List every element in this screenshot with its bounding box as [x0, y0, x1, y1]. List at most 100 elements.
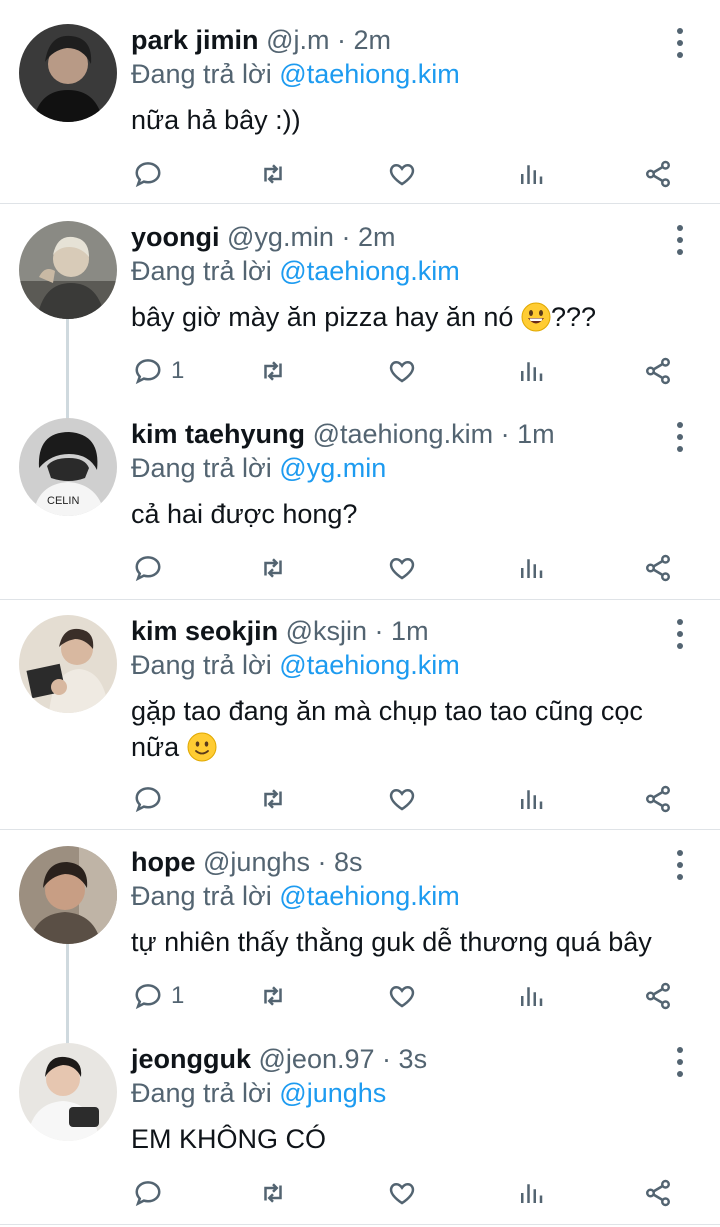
tweet-text-suffix: ??? — [550, 302, 596, 332]
timestamp[interactable]: 3s — [399, 1044, 428, 1074]
handle[interactable]: @junghs — [203, 847, 310, 877]
share-button[interactable] — [643, 781, 673, 817]
display-name[interactable]: kim taehyung — [131, 419, 305, 449]
reply-button[interactable]: 1 — [133, 978, 184, 1014]
share-button[interactable] — [643, 550, 673, 586]
avatar[interactable] — [19, 615, 117, 713]
like-button[interactable] — [387, 1175, 417, 1211]
share-button[interactable] — [643, 1175, 673, 1211]
views-button[interactable] — [516, 353, 546, 389]
views-button[interactable] — [516, 550, 546, 586]
grinning-face-emoji-icon — [521, 302, 551, 332]
display-name[interactable]: jeongguk — [131, 1044, 251, 1074]
views-button[interactable] — [516, 156, 546, 192]
reply-button[interactable]: 1 — [133, 353, 184, 389]
avatar[interactable] — [19, 1043, 117, 1141]
share-button[interactable] — [643, 353, 673, 389]
more-options-icon[interactable] — [670, 1047, 690, 1077]
share-icon — [646, 554, 670, 582]
timestamp[interactable]: 8s — [334, 847, 363, 877]
handle[interactable]: @ksjin — [286, 616, 367, 646]
tweet[interactable]: jeongguk @jeon.97 · 3s Đang trả lời @jun… — [0, 1039, 720, 1221]
like-button[interactable] — [387, 156, 417, 192]
handle[interactable]: @j.m — [266, 25, 329, 55]
retweet-button[interactable] — [258, 781, 288, 817]
views-button[interactable] — [516, 978, 546, 1014]
display-name[interactable]: park jimin — [131, 25, 259, 55]
avatar[interactable] — [19, 846, 117, 944]
reply-count: 1 — [171, 357, 185, 384]
retweet-button[interactable] — [258, 550, 288, 586]
share-button[interactable] — [643, 156, 673, 192]
separator-dot: · — [317, 847, 327, 877]
tweet[interactable]: yoongi @yg.min · 2m Đang trả lời @taehio… — [0, 217, 720, 397]
more-options-icon[interactable] — [670, 422, 690, 452]
views-icon — [521, 165, 543, 184]
reply-mention[interactable]: @junghs — [279, 1078, 386, 1108]
tweet-text: cả hai được hong? — [131, 496, 691, 532]
tweet-header: yoongi @yg.min · 2m — [131, 217, 396, 257]
avatar[interactable]: CELIN — [19, 418, 117, 516]
tweet-actions — [131, 550, 691, 586]
more-options-icon[interactable] — [670, 225, 690, 255]
retweet-button[interactable] — [258, 1175, 288, 1211]
more-options-icon[interactable] — [670, 850, 690, 880]
reply-mention[interactable]: @taehiong.kim — [279, 881, 460, 911]
like-button[interactable] — [387, 550, 417, 586]
more-options-icon[interactable] — [670, 28, 690, 58]
timestamp[interactable]: 2m — [354, 25, 392, 55]
replying-to: Đang trả lời @taehiong.kim — [131, 253, 460, 289]
display-name[interactable]: kim seokjin — [131, 616, 278, 646]
reply-button[interactable] — [133, 156, 171, 192]
replying-to: Đang trả lời @junghs — [131, 1075, 386, 1111]
share-icon — [646, 785, 670, 813]
reply-mention[interactable]: @taehiong.kim — [279, 650, 460, 680]
views-button[interactable] — [516, 1175, 546, 1211]
tweet[interactable]: CELIN kim taehyung @taehiong.kim · 1m Đa… — [0, 414, 720, 596]
handle[interactable]: @yg.min — [227, 222, 334, 252]
reply-mention[interactable]: @yg.min — [279, 453, 386, 483]
reply-button[interactable] — [133, 550, 171, 586]
views-icon — [521, 987, 543, 1006]
reply-prefix: Đang trả lời — [131, 650, 272, 680]
reply-count: 1 — [171, 982, 185, 1009]
views-icon — [521, 362, 543, 381]
tweet[interactable]: park jimin @j.m · 2m Đang trả lời @taehi… — [0, 20, 720, 200]
retweet-button[interactable] — [258, 156, 288, 192]
retweet-icon — [264, 986, 282, 1006]
more-options-icon[interactable] — [670, 619, 690, 649]
replying-to: Đang trả lời @taehiong.kim — [131, 56, 460, 92]
avatar[interactable] — [19, 221, 117, 319]
avatar[interactable] — [19, 24, 117, 122]
timestamp[interactable]: 2m — [358, 222, 396, 252]
like-button[interactable] — [387, 978, 417, 1014]
divider — [0, 1224, 720, 1225]
slightly-smiling-face-emoji-icon — [187, 732, 217, 762]
reply-button[interactable] — [133, 1175, 171, 1211]
like-icon — [389, 788, 415, 811]
retweet-icon — [264, 789, 282, 809]
like-button[interactable] — [387, 353, 417, 389]
svg-text:CELIN: CELIN — [47, 495, 79, 507]
views-button[interactable] — [516, 781, 546, 817]
reply-icon — [135, 359, 161, 385]
reply-mention[interactable]: @taehiong.kim — [279, 59, 460, 89]
share-button[interactable] — [643, 978, 673, 1014]
like-button[interactable] — [387, 781, 417, 817]
tweet-text-content: nữa hả bây :)) — [131, 105, 301, 135]
timestamp[interactable]: 1m — [391, 616, 429, 646]
handle[interactable]: @jeon.97 — [259, 1044, 375, 1074]
retweet-button[interactable] — [258, 978, 288, 1014]
tweet[interactable]: hope @junghs · 8s Đang trả lời @taehiong… — [0, 842, 720, 1022]
timestamp[interactable]: 1m — [517, 419, 555, 449]
retweet-button[interactable] — [258, 353, 288, 389]
handle[interactable]: @taehiong.kim — [313, 419, 494, 449]
display-name[interactable]: yoongi — [131, 222, 220, 252]
reply-button[interactable] — [133, 781, 171, 817]
reply-prefix: Đang trả lời — [131, 1078, 272, 1108]
tweet[interactable]: kim seokjin @ksjin · 1m Đang trả lời @ta… — [0, 611, 720, 826]
reply-mention[interactable]: @taehiong.kim — [279, 256, 460, 286]
tweet-text: gặp tao đang ăn mà chụp tao tao cũng cọc… — [131, 693, 691, 765]
tweet-header: park jimin @j.m · 2m — [131, 20, 391, 60]
display-name[interactable]: hope — [131, 847, 196, 877]
